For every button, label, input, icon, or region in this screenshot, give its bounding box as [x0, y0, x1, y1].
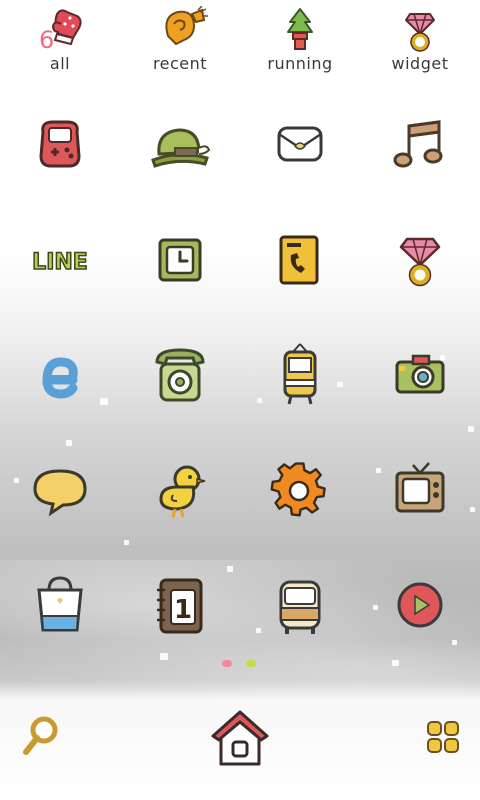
calendar-day: 1	[174, 595, 192, 625]
camera-icon	[395, 354, 445, 394]
tab-recent[interactable]: recent	[125, 6, 235, 86]
dock	[0, 700, 480, 800]
app-tv[interactable]	[375, 445, 465, 535]
phone-book-icon	[279, 235, 319, 285]
app-mail[interactable]	[255, 100, 345, 190]
mitten-icon: 6	[39, 9, 82, 52]
potted-tree-icon	[287, 8, 313, 50]
app-drawer-button[interactable]	[422, 716, 466, 760]
app-chick[interactable]	[135, 445, 225, 535]
app-telephone[interactable]	[135, 330, 225, 420]
hat-icon	[151, 128, 211, 168]
tab-widget[interactable]: widget	[365, 6, 475, 86]
app-calendar[interactable]: 1	[135, 560, 225, 650]
tab-widget-label: widget	[391, 54, 449, 73]
app-video-player[interactable]	[375, 560, 465, 650]
app-clock[interactable]	[135, 215, 225, 305]
app-shopping[interactable]	[15, 560, 105, 650]
home-icon	[211, 710, 269, 766]
app-browser[interactable]	[15, 330, 105, 420]
bus-icon	[279, 580, 321, 634]
tram-icon	[283, 343, 317, 405]
app-line[interactable]: LINE	[15, 215, 105, 305]
tab-running[interactable]: running	[245, 6, 355, 86]
app-phone-book[interactable]	[255, 215, 345, 305]
app-settings[interactable]	[255, 445, 345, 535]
calendar-icon: 1	[157, 578, 203, 634]
play-button-icon	[397, 582, 443, 628]
gem-ring-icon	[405, 13, 435, 52]
app-drawer-icon	[427, 721, 459, 753]
home-button[interactable]	[205, 704, 275, 774]
app-gamepad[interactable]	[15, 100, 105, 190]
line-icon: LINE	[31, 249, 88, 276]
tv-icon	[395, 462, 445, 513]
app-bus[interactable]	[255, 560, 345, 650]
app-messenger[interactable]	[15, 445, 105, 535]
app-camera[interactable]	[375, 330, 465, 420]
telephone-icon	[155, 348, 205, 402]
gamepad-icon	[39, 120, 81, 168]
tab-all[interactable]: 6 all	[5, 6, 115, 86]
browser-e-icon	[42, 357, 78, 399]
chick-icon	[159, 465, 206, 518]
badge-count: 6	[39, 26, 54, 52]
app-tram[interactable]	[255, 330, 345, 420]
page-dot-active[interactable]	[222, 660, 232, 667]
app-gem-ring[interactable]	[375, 215, 465, 305]
search-button[interactable]	[14, 710, 66, 762]
tab-all-label: all	[49, 54, 71, 73]
snowflake	[160, 653, 168, 660]
settings-gear-icon	[270, 462, 326, 517]
snowflake	[392, 660, 399, 666]
music-note-icon	[393, 120, 443, 168]
page-dot[interactable]	[246, 660, 256, 667]
line-text: LINE	[32, 250, 88, 275]
speech-bubble-icon	[33, 469, 87, 517]
gem-ring-icon	[399, 237, 441, 287]
tab-recent-label: recent	[152, 54, 208, 73]
app-music[interactable]	[375, 100, 465, 190]
app-hat[interactable]	[135, 100, 225, 190]
scarf-icon	[165, 6, 208, 46]
search-icon	[23, 716, 58, 755]
shopping-bag-icon	[37, 576, 83, 632]
drawer-tab-bar: 6 all recent running widget	[0, 0, 480, 90]
tab-running-label: running	[267, 54, 333, 73]
mail-icon	[277, 126, 323, 162]
page-indicator	[222, 660, 262, 670]
clock-icon	[158, 238, 202, 282]
app-grid: LINE 1	[0, 90, 480, 650]
